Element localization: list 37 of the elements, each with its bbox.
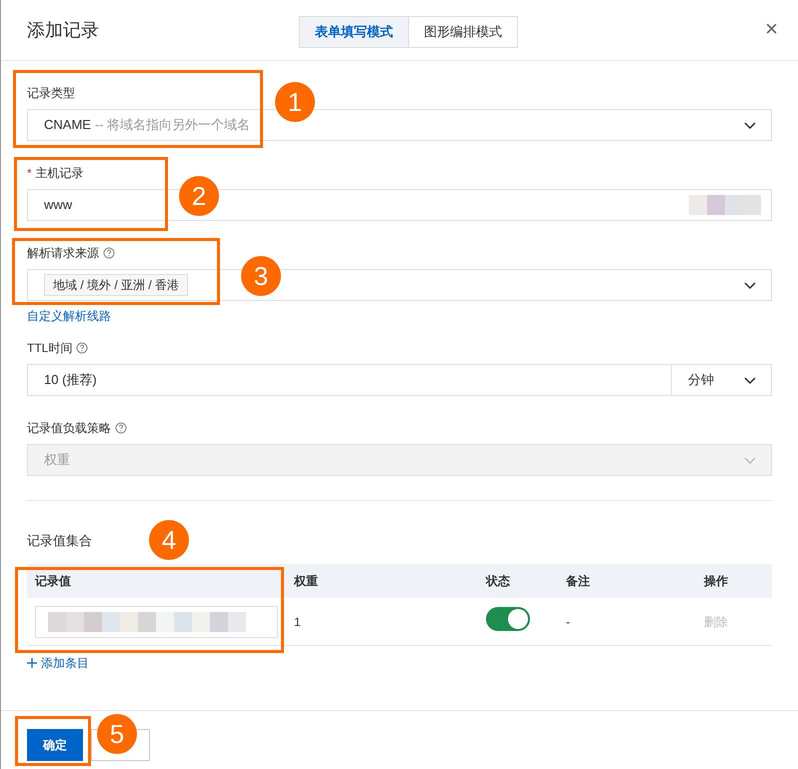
section-title: 记录值集合 bbox=[27, 532, 92, 550]
select-value: 权重 bbox=[44, 451, 70, 470]
input-value: 10 (推荐) bbox=[44, 371, 97, 390]
region-tag: 地域 / 境外 / 亚洲 / 香港 bbox=[44, 274, 188, 296]
custom-line-link[interactable]: 自定义解析线路 bbox=[27, 308, 111, 324]
field-label: 记录值负载策略 bbox=[27, 420, 111, 437]
table-cell-text: 1 bbox=[293, 614, 302, 630]
field-label: 解析请求来源 bbox=[27, 245, 99, 262]
select-value: CNAME bbox=[44, 116, 91, 134]
add-entry-link[interactable]: 添加条目 bbox=[27, 654, 89, 672]
step-badge: 1 bbox=[275, 82, 315, 122]
field-label: 主机记录 bbox=[36, 165, 84, 182]
table-cell-text: - bbox=[565, 614, 571, 630]
unit-select[interactable]: 分钟 bbox=[672, 364, 772, 396]
mode-tab[interactable]: 表单填写模式 bbox=[300, 17, 408, 47]
step-badge: 5 bbox=[97, 714, 137, 754]
column-header: 操作 bbox=[704, 574, 728, 588]
input-field[interactable]: 10 (推荐) bbox=[27, 364, 672, 396]
dialog-title: 添加记录 bbox=[27, 18, 99, 42]
plus-icon bbox=[27, 658, 37, 668]
close-button[interactable]: × bbox=[765, 16, 778, 42]
confirm-button[interactable]: 确定 bbox=[27, 729, 83, 761]
required-mark: * bbox=[27, 165, 32, 182]
step-badge: 3 bbox=[241, 256, 281, 296]
select-value: 分钟 bbox=[688, 371, 714, 390]
field-label: 记录类型 bbox=[27, 85, 75, 102]
input-value: www bbox=[44, 196, 72, 214]
status-switch[interactable] bbox=[486, 607, 530, 631]
column-header: 权重 bbox=[294, 574, 318, 588]
input-field[interactable] bbox=[35, 606, 278, 638]
field-label: TTL时间 bbox=[27, 340, 72, 357]
column-header: 备注 bbox=[566, 574, 590, 588]
step-badge: 4 bbox=[149, 520, 189, 560]
column-header: 记录值 bbox=[35, 574, 71, 588]
select-hint: -- 将域名指向另外一个域名 bbox=[94, 116, 250, 134]
column-header: 状态 bbox=[486, 574, 510, 588]
step-badge: 2 bbox=[179, 176, 219, 216]
